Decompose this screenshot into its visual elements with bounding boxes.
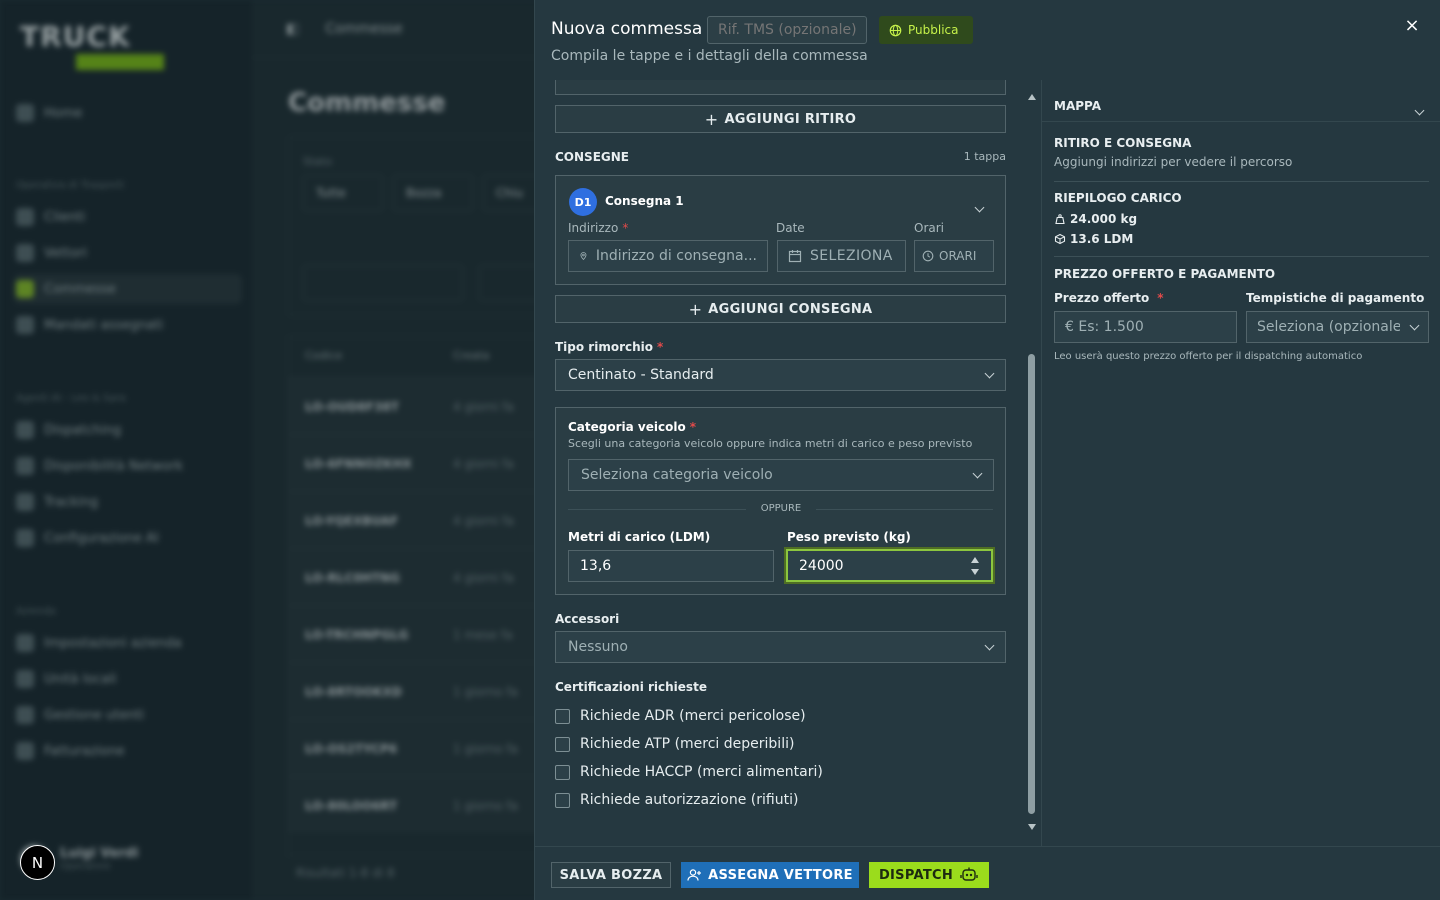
delivery-card: D1 Consegna 1 Indirizzo * Date Orari Indi… [555, 175, 1006, 285]
order-form: + AGGIUNGI RITIRO CONSEGNE 1 tappa D1 Co… [535, 80, 1025, 846]
route-hint: Aggiungi indirizzi per vedere il percors… [1054, 155, 1293, 169]
address-label: Indirizzo [568, 221, 619, 235]
trailer-select[interactable]: Centinato - Standard [555, 359, 1006, 391]
chevron-down-icon [1409, 320, 1420, 330]
add-pickup-button[interactable]: + AGGIUNGI RITIRO [555, 105, 1006, 133]
date-label: Date [776, 221, 805, 235]
drawer-subtitle: Compila le tappe e i dettagli della comm… [551, 48, 868, 64]
checkbox-icon[interactable] [555, 792, 570, 808]
load-ldm: 13.6 LDM [1054, 232, 1133, 246]
checkbox-icon[interactable] [555, 708, 570, 724]
avatar[interactable]: N [20, 845, 55, 880]
number-stepper-icon[interactable] [971, 557, 979, 575]
location-pin-icon [580, 252, 587, 261]
map-label: MAPPA [1054, 99, 1102, 113]
user-plus-icon [687, 869, 702, 881]
globe-icon [889, 24, 902, 36]
drawer-header: Nuova commessa Pubblica Compila le tappe… [535, 0, 1440, 80]
divider [1054, 181, 1429, 182]
rif-tms-input[interactable] [707, 16, 867, 44]
delivery-title: Consegna 1 [605, 194, 684, 208]
waste-authorization-checkbox[interactable]: Richiede autorizzazione (rifiuti) [555, 792, 798, 808]
publish-button[interactable]: Pubblica [879, 16, 973, 44]
trailer-label: Tipo rimorchio [555, 340, 654, 354]
load-summary-title: RIEPILOGO CARICO [1054, 191, 1182, 205]
price-title: PREZZO OFFERTO E PAGAMENTO [1054, 267, 1276, 281]
date-select-button[interactable]: SELEZIONA [777, 240, 906, 272]
assign-carrier-button[interactable]: ASSEGNA VETTORE [681, 862, 859, 888]
deliveries-count: 1 tappa [963, 150, 1006, 163]
weight-label: Peso previsto (kg) [787, 530, 911, 544]
price-label: Prezzo offerto [1054, 291, 1150, 305]
weight-input[interactable]: 24000 [786, 549, 993, 582]
scroll-up-icon[interactable] [1028, 94, 1036, 100]
vehicle-category-card: Categoria veicolo * Scegli una categoria … [555, 407, 1006, 595]
clock-icon [922, 250, 934, 262]
delivery-badge: D1 [569, 188, 597, 216]
price-input[interactable]: € Es: 1.500 [1054, 311, 1237, 343]
chevron-down-icon [984, 368, 995, 378]
vehicle-category-label: Categoria veicolo [568, 420, 686, 434]
haccp-checkbox[interactable]: Richiede HACCP (merci alimentari) [555, 764, 823, 780]
vehicle-category-hint: Scegli una categoria veicolo oppure indi… [568, 437, 973, 450]
scroll-down-icon[interactable] [1028, 824, 1036, 830]
drawer-title: Nuova commessa [551, 19, 703, 39]
deliveries-label: CONSEGNE [555, 150, 629, 164]
oppure-label: OPPURE [746, 503, 816, 514]
pickup-card [555, 80, 1006, 95]
calendar-icon [788, 250, 802, 263]
vehicle-category-select[interactable]: Seleziona categoria veicolo [568, 459, 994, 491]
new-order-drawer: Nuova commessa Pubblica Compila le tappe… [534, 0, 1440, 900]
robot-agent-icon [960, 867, 978, 881]
adr-checkbox[interactable]: Richiede ADR (merci pericolose) [555, 708, 806, 724]
drawer-footer: SALVA BOZZA ASSEGNA VETTORE DISPATCH [535, 846, 1440, 900]
chevron-down-icon [972, 468, 983, 478]
add-delivery-button[interactable]: + AGGIUNGI CONSEGNA [555, 295, 1006, 323]
box-icon [1054, 233, 1066, 245]
chevron-down-icon[interactable] [974, 196, 985, 215]
accessories-label: Accessori [555, 612, 620, 626]
accessories-select[interactable]: Nessuno [555, 631, 1006, 663]
summary-panel: MAPPA RITIRO E CONSEGNA Aggiungi indiriz… [1042, 80, 1440, 846]
payment-terms-select[interactable]: Seleziona (opzionale [1246, 311, 1429, 343]
weight-icon [1055, 214, 1065, 225]
map-header[interactable]: MAPPA [1042, 80, 1440, 122]
route-title: RITIRO E CONSEGNA [1054, 136, 1192, 150]
ldm-label: Metri di carico (LDM) [568, 530, 711, 544]
form-scrollbar[interactable] [1027, 94, 1037, 830]
hours-select-button[interactable]: ORARI [914, 240, 994, 272]
payment-label: Tempistiche di pagamento [1246, 291, 1425, 305]
checkbox-icon[interactable] [555, 764, 570, 780]
plus-icon: + [704, 109, 719, 129]
divider [1054, 256, 1429, 257]
checkbox-icon[interactable] [555, 736, 570, 752]
hours-label: Orari [914, 221, 944, 235]
scroll-thumb[interactable] [1028, 354, 1035, 814]
chevron-down-icon [984, 640, 995, 650]
dispatch-button[interactable]: DISPATCH [869, 862, 989, 888]
save-draft-button[interactable]: SALVA BOZZA [551, 862, 671, 888]
atp-checkbox[interactable]: Richiede ATP (merci deperibili) [555, 736, 794, 752]
plus-icon: + [688, 299, 703, 319]
ldm-input[interactable]: 13,6 [568, 550, 774, 582]
chevron-down-icon[interactable] [1414, 99, 1425, 118]
load-weight: 24.000 kg [1054, 212, 1137, 226]
certifications-label: Certificazioni richieste [555, 680, 707, 694]
price-note: Leo userà questo prezzo offerto per il d… [1054, 351, 1363, 362]
close-icon[interactable]: × [1402, 16, 1422, 36]
delivery-address-input[interactable]: Indirizzo di consegna... [568, 240, 768, 272]
